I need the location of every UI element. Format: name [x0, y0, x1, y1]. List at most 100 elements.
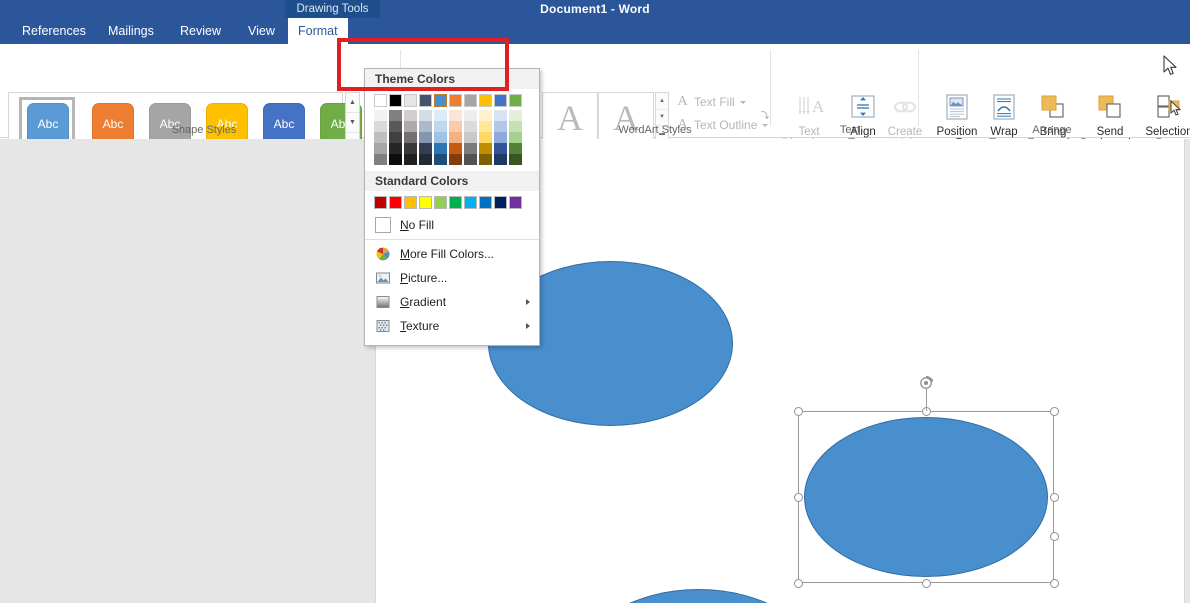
theme-shade-swatch[interactable]	[389, 143, 402, 154]
theme-shade-swatch[interactable]	[494, 132, 507, 143]
theme-shade-swatch[interactable]	[419, 154, 432, 165]
theme-colors-grid[interactable]	[365, 89, 539, 171]
theme-shade-swatch[interactable]	[419, 132, 432, 143]
standard-color-swatch[interactable]	[419, 196, 432, 209]
shape-fill-dropdown[interactable]: Theme Colors Standard Colors No Fill Mor…	[364, 68, 540, 346]
theme-color-swatch[interactable]	[449, 94, 462, 107]
theme-shade-swatch[interactable]	[479, 121, 492, 132]
wordart-sample-1[interactable]: A	[542, 92, 598, 144]
theme-shade-swatch[interactable]	[449, 110, 462, 121]
standard-color-swatch[interactable]	[449, 196, 462, 209]
theme-shade-swatch[interactable]	[419, 143, 432, 154]
rotate-handle-icon[interactable]	[918, 375, 934, 391]
standard-color-swatch[interactable]	[404, 196, 417, 209]
menu-item-gradient[interactable]: Gradient	[365, 290, 539, 314]
theme-shade-swatch[interactable]	[449, 143, 462, 154]
theme-shade-swatch[interactable]	[389, 154, 402, 165]
resize-handle-4[interactable]	[793, 492, 803, 502]
theme-shade-swatch[interactable]	[449, 154, 462, 165]
theme-shade-swatch[interactable]	[419, 121, 432, 132]
theme-shade-swatch[interactable]	[479, 132, 492, 143]
theme-shade-swatch[interactable]	[434, 143, 447, 154]
standard-color-swatch[interactable]	[434, 196, 447, 209]
submenu-arrow-icon[interactable]	[526, 323, 530, 329]
ribbon-tab-review[interactable]: Review	[170, 18, 231, 44]
theme-shade-swatch[interactable]	[464, 132, 477, 143]
theme-shade-swatch[interactable]	[374, 143, 387, 154]
theme-shade-swatch[interactable]	[434, 154, 447, 165]
theme-shade-swatch[interactable]	[509, 154, 522, 165]
theme-shade-swatch[interactable]	[404, 143, 417, 154]
theme-shade-swatch[interactable]	[374, 132, 387, 143]
theme-color-swatch[interactable]	[374, 94, 387, 107]
theme-shade-swatch[interactable]	[464, 143, 477, 154]
theme-color-swatch[interactable]	[434, 94, 447, 107]
resize-handle-3[interactable]	[1049, 406, 1059, 416]
menu-item-texture[interactable]: Texture	[365, 314, 539, 338]
theme-shade-swatch[interactable]	[374, 110, 387, 121]
theme-shade-swatch[interactable]	[479, 154, 492, 165]
standard-colors-grid[interactable]	[365, 191, 539, 213]
theme-color-swatch[interactable]	[404, 94, 417, 107]
resize-handle-6[interactable]	[793, 578, 803, 588]
theme-shade-swatch[interactable]	[404, 110, 417, 121]
ribbon-tab-view[interactable]: View	[238, 18, 285, 44]
wordart-scroll-arrows[interactable]: ▲ ▼ ▬	[655, 92, 669, 144]
theme-shade-swatch[interactable]	[494, 110, 507, 121]
theme-shade-swatch[interactable]	[404, 121, 417, 132]
standard-color-swatch[interactable]	[494, 196, 507, 209]
theme-shade-swatch[interactable]	[479, 110, 492, 121]
theme-shade-swatch[interactable]	[509, 132, 522, 143]
standard-color-swatch[interactable]	[389, 196, 402, 209]
menu-item-picture[interactable]: Picture...	[365, 266, 539, 290]
theme-shade-swatch[interactable]	[389, 110, 402, 121]
theme-color-swatch[interactable]	[479, 94, 492, 107]
ribbon-tab-mailings[interactable]: Mailings	[98, 18, 164, 44]
theme-shade-swatch[interactable]	[464, 121, 477, 132]
resize-handle-8[interactable]	[1049, 578, 1059, 588]
theme-shade-swatch[interactable]	[494, 121, 507, 132]
theme-shade-swatch[interactable]	[389, 121, 402, 132]
wordart-scroll-up-icon[interactable]: ▲	[656, 93, 668, 110]
theme-shade-swatch[interactable]	[509, 110, 522, 121]
theme-shade-swatch[interactable]	[494, 154, 507, 165]
resize-handle-1[interactable]	[793, 406, 803, 416]
theme-shade-swatch[interactable]	[374, 121, 387, 132]
wordart-sample-2[interactable]: A	[598, 92, 654, 144]
standard-color-swatch[interactable]	[464, 196, 477, 209]
theme-shade-swatch[interactable]	[449, 132, 462, 143]
resize-handle-7[interactable]	[921, 578, 931, 588]
menu-item-more-fill-colors[interactable]: More Fill Colors...	[365, 242, 539, 266]
gradient-icon	[375, 294, 391, 310]
theme-color-swatch[interactable]	[464, 94, 477, 107]
theme-shade-swatch[interactable]	[464, 154, 477, 165]
theme-shade-swatch[interactable]	[479, 143, 492, 154]
theme-color-swatch[interactable]	[509, 94, 522, 107]
theme-shade-swatch[interactable]	[464, 110, 477, 121]
theme-shade-swatch[interactable]	[449, 121, 462, 132]
theme-color-swatch[interactable]	[389, 94, 402, 107]
theme-shade-swatch[interactable]	[494, 143, 507, 154]
resize-handle-5[interactable]	[1049, 492, 1059, 502]
theme-shade-swatch[interactable]	[404, 132, 417, 143]
theme-shade-swatch[interactable]	[374, 154, 387, 165]
ribbon-tab-references[interactable]: References	[12, 18, 96, 44]
standard-color-swatch[interactable]	[509, 196, 522, 209]
theme-shade-swatch[interactable]	[404, 154, 417, 165]
standard-color-swatch[interactable]	[374, 196, 387, 209]
theme-color-swatch[interactable]	[494, 94, 507, 107]
theme-shade-swatch[interactable]	[389, 132, 402, 143]
theme-shade-swatch[interactable]	[434, 132, 447, 143]
submenu-arrow-icon[interactable]	[526, 299, 530, 305]
resize-handle-extra[interactable]	[1049, 532, 1059, 542]
menu-item-no-fill[interactable]: No Fill	[365, 213, 539, 237]
theme-color-swatch[interactable]	[419, 94, 432, 107]
theme-shade-swatch[interactable]	[509, 121, 522, 132]
gallery-scroll-up-icon[interactable]: ▲	[346, 93, 359, 113]
theme-shade-swatch[interactable]	[434, 110, 447, 121]
theme-shade-swatch[interactable]	[419, 110, 432, 121]
theme-shade-swatch[interactable]	[434, 121, 447, 132]
standard-color-swatch[interactable]	[479, 196, 492, 209]
theme-shade-swatch[interactable]	[509, 143, 522, 154]
ellipse-3[interactable]	[576, 589, 821, 603]
